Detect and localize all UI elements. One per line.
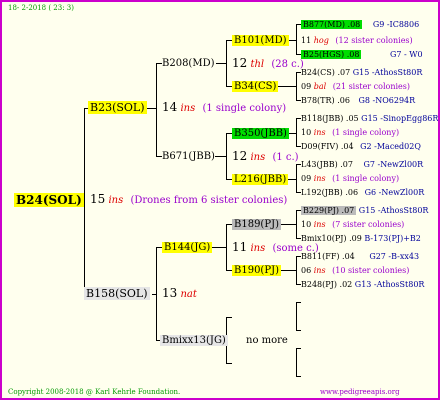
connector-root — [84, 108, 85, 294]
b350-info: 12 ins (1 c.) — [232, 149, 299, 164]
b158-info: 13 nat — [162, 286, 197, 301]
node-b208[interactable]: B208(MD) — [162, 57, 215, 70]
node-b229[interactable]: B229(PJ) .07 G15 -AthosSt80R — [301, 204, 428, 217]
connector-b23 — [156, 63, 157, 156]
node-b189[interactable]: B189(PJ) — [232, 218, 281, 231]
node-b190[interactable]: B190(PJ) — [232, 264, 281, 277]
l43-info: 09 ins (1 single colony) — [301, 174, 400, 183]
node-l43[interactable]: L43(JBB) .07 G7 -NewZl00R — [301, 158, 423, 171]
node-b25[interactable]: B25(HGS) .08 G7 - W0 — [301, 48, 423, 61]
node-d09[interactable]: D09(FIV) .04 G2 -Maced02Q — [301, 140, 421, 153]
footer-url[interactable]: www.pedigreeapis.org — [320, 388, 400, 397]
root-count: 15 — [90, 192, 106, 206]
node-b23[interactable]: B23(SOL) — [88, 101, 147, 114]
node-l192[interactable]: L192(JBB) .06 G6 -NewZl00R — [301, 186, 424, 199]
b24cs-info: 09 bal (21 sister colonies) — [301, 82, 411, 91]
node-bmix10[interactable]: Bmix10(PJ) .09 B-173(PJ)+B2 — [301, 232, 421, 245]
node-b78[interactable]: B78(TR) .06 G8 -NO6294R — [301, 94, 415, 107]
node-b811[interactable]: B811(FF) .04 G27 -B-xx43 — [301, 250, 419, 263]
node-b34[interactable]: B34(CS) — [232, 80, 279, 93]
connector-b144 — [226, 224, 227, 270]
root-note: (Drones from 6 sister colonies) — [130, 195, 288, 206]
connector-b671 — [226, 133, 227, 179]
root-node[interactable]: B24(SOL) — [14, 192, 84, 208]
node-b24cs[interactable]: B24(CS) .07 G15 -AthosSt80R — [301, 66, 422, 79]
b101-info: 12 thl (28 c.) — [232, 56, 304, 71]
node-b350[interactable]: B350(JBB) — [232, 127, 289, 140]
connector-b208 — [226, 40, 227, 86]
b229-info: 10 ins (7 sister colonies) — [301, 220, 405, 229]
b811-info: 06 ins (10 sister colonies) — [301, 266, 410, 275]
b118-info: 10 ins (1 single colony) — [301, 128, 400, 137]
node-b118[interactable]: B118(JBB) .05 G15 -SinopEgg86R — [301, 112, 438, 125]
node-b158[interactable]: B158(SOL) — [84, 287, 150, 300]
node-b101[interactable]: B101(MD) — [232, 34, 289, 47]
b23-info: 14 ins (1 single colony) — [162, 100, 287, 115]
node-l216[interactable]: L216(JBB) — [232, 173, 289, 186]
root-label: B24(SOL) — [14, 193, 84, 207]
root-ins: ins — [108, 195, 124, 206]
node-bmixx13[interactable]: Bmixx13(JG) — [160, 334, 228, 347]
header-date: 18- 2-2018 ( 23: 3) — [8, 4, 74, 12]
connector-b158 — [156, 247, 157, 340]
root-info: 15 ins (Drones from 6 sister colonies) — [90, 193, 287, 207]
pedigree-frame: 18- 2-2018 ( 23: 3) Copyright 2008-2018 … — [0, 0, 440, 400]
node-b144[interactable]: B144(JG) — [162, 241, 213, 254]
node-b877[interactable]: B877(MD) .08 G9 -IC8806 — [301, 18, 419, 31]
bmixx13-more: no more — [246, 335, 288, 346]
b877-info: 11 hog (12 sister colonies) — [301, 36, 413, 45]
node-b671[interactable]: B671(JBB) — [162, 150, 215, 163]
footer-copyright: Copyright 2008-2018 @ Karl Kehrle Founda… — [8, 388, 181, 396]
node-b248[interactable]: B248(PJ) .02 G13 -AthosSt80R — [301, 278, 424, 291]
